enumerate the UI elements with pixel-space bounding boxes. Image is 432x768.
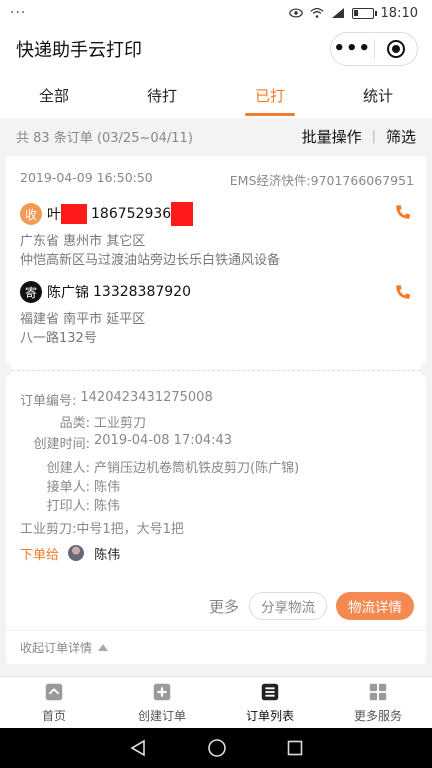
- order-datetime: 2019-04-09 16:50:50: [20, 170, 153, 185]
- tab-to-print[interactable]: 待打: [108, 72, 216, 118]
- receiver-badge: 收: [20, 203, 42, 225]
- dealer-label: 下单给: [20, 548, 60, 563]
- nav-order-list[interactable]: 订单列表: [216, 677, 324, 728]
- system-nav-bar: [0, 728, 432, 768]
- order-card: 2019-04-09 16:50:50 EMS经济快件:970176606795…: [0, 156, 432, 664]
- order-tabs: 全部 待打 已打 统计: [0, 72, 432, 118]
- wifi-icon: [310, 8, 324, 18]
- collapse-label: 收起订单详情: [20, 641, 93, 655]
- nav-create-order-label: 创建订单: [137, 709, 186, 723]
- nav-more-services-label: 更多服务: [353, 709, 402, 723]
- detail-category: 品类: 工业剪刀: [59, 416, 147, 431]
- eye-icon: [288, 8, 303, 18]
- dealer-name: 陈伟: [94, 548, 121, 563]
- card-divider: [12, 370, 420, 371]
- sender-region: 福建省 南平市 延平区: [20, 312, 146, 327]
- recents-icon[interactable]: [287, 740, 303, 756]
- triangle-up-icon: [98, 644, 109, 651]
- target-icon: [386, 40, 405, 58]
- tab-statistics[interactable]: 统计: [324, 72, 432, 118]
- sender-name: 陈广锦: [47, 285, 89, 301]
- redaction-block: [171, 202, 194, 226]
- page-title: 快递助手云打印: [16, 40, 142, 61]
- divider: |: [371, 128, 376, 144]
- detail-printer: 打印人: 陈伟: [46, 499, 121, 514]
- sender-badge: 寄: [20, 281, 42, 303]
- home-icon: [45, 683, 63, 701]
- receiver-region: 广东省 惠州市 其它区: [20, 234, 146, 249]
- plus-icon: [153, 683, 171, 701]
- redaction-block: [61, 204, 87, 224]
- close-miniprogram-button[interactable]: [375, 33, 418, 65]
- nav-home-label: 首页: [41, 709, 66, 723]
- nav-home[interactable]: 首页: [0, 677, 108, 728]
- detail-creator: 创建人: 产销压边机卷筒机铁皮剪刀(陈广锦): [46, 461, 300, 476]
- nav-more-services[interactable]: 更多服务: [324, 677, 432, 728]
- order-count: 共 83 条订单 (03/25~04/11): [16, 130, 193, 146]
- tab-printed[interactable]: 已打: [216, 72, 324, 118]
- collapse-order-details[interactable]: 收起订单详情: [6, 630, 426, 664]
- receiver-name: 叶: [47, 207, 61, 223]
- title-bar: 快递助手云打印 •••: [0, 26, 432, 72]
- dealer-row: 下单给 陈伟: [20, 544, 120, 563]
- waybill-number: EMS经济快件:9701766067951: [229, 173, 414, 188]
- sender-info: 寄 陈广锦 13328387920: [20, 281, 191, 303]
- back-icon[interactable]: [129, 739, 147, 757]
- battery-icon: [351, 7, 377, 19]
- more-button[interactable]: 更多: [204, 592, 244, 620]
- nav-create-order[interactable]: 创建订单: [108, 677, 216, 728]
- tab-all[interactable]: 全部: [0, 72, 108, 118]
- sender-phone: 13328387920: [93, 284, 191, 300]
- logistics-detail-button[interactable]: 物流详情: [336, 592, 414, 620]
- receiver-address: 仲恺高新区马过渡油站旁边长乐白铁通风设备: [20, 253, 281, 268]
- avatar: [68, 545, 85, 561]
- more-menu-button[interactable]: •••: [331, 33, 374, 65]
- receiver-info: 收 叶 186752936: [20, 202, 194, 226]
- summary-bar: 共 83 条订单 (03/25~04/11) 批量操作 | 筛选: [0, 118, 432, 154]
- sender-address: 八一路132号: [20, 331, 97, 346]
- grid-icon: [369, 683, 387, 701]
- filter-button[interactable]: 筛选: [386, 126, 416, 147]
- call-receiver-phone-icon[interactable]: [394, 203, 412, 221]
- item-note: 工业剪刀:中号1把，大号1把: [20, 522, 184, 537]
- batch-operation-button[interactable]: 批量操作: [302, 126, 362, 147]
- signal-icon: [331, 8, 344, 18]
- nav-order-list-label: 订单列表: [245, 709, 294, 723]
- share-logistics-button[interactable]: 分享物流: [249, 592, 327, 620]
- call-sender-phone-icon[interactable]: [394, 283, 412, 301]
- status-notifications: ···: [10, 5, 27, 21]
- home-circle-icon[interactable]: [207, 738, 227, 758]
- more-dots-icon: •••: [333, 38, 371, 59]
- bottom-nav: 首页 创建订单 订单列表 更多服务: [0, 676, 432, 728]
- list-icon: [261, 683, 279, 701]
- detail-receiver: 接单人: 陈伟: [46, 480, 121, 495]
- status-time: 18:10: [380, 5, 418, 21]
- miniprogram-capsule: •••: [330, 32, 418, 66]
- receiver-phone: 186752936: [91, 206, 172, 222]
- status-bar: ··· 18:10: [0, 0, 432, 26]
- detail-order-no: 订单编号: 1420423431275008: [20, 390, 213, 409]
- detail-created-time: 创建时间: 2019-04-08 17:04:43: [33, 433, 233, 452]
